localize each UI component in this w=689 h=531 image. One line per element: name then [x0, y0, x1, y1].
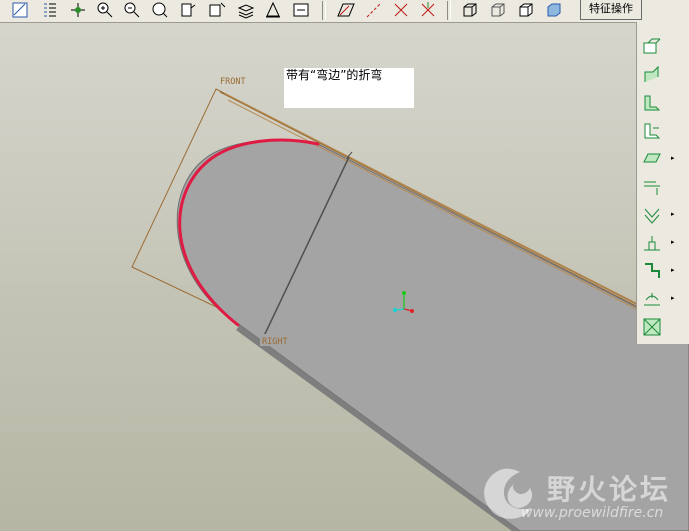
saved-views-icon[interactable]	[207, 0, 227, 20]
feature-operations-label: 特征操作	[589, 2, 633, 15]
datum-axis-icon[interactable]	[364, 0, 384, 20]
spin-center-icon[interactable]	[68, 0, 88, 20]
sketch-icon[interactable]	[10, 0, 30, 20]
zoom-out-icon[interactable]	[122, 0, 142, 20]
datum-point-icon[interactable]	[391, 0, 411, 20]
datum-plane-icon[interactable]	[336, 0, 356, 20]
form-flyout[interactable]: ▸	[671, 238, 675, 246]
extruded-wall-flyout[interactable]: ▸	[671, 154, 675, 162]
rip-icon[interactable]	[641, 176, 663, 198]
watermark-name: 野火论坛	[547, 473, 672, 506]
punch-icon[interactable]	[641, 204, 663, 226]
unbend-icon[interactable]	[641, 36, 663, 58]
top-toolbar: 特征操作	[0, 0, 689, 23]
flange-wall-icon[interactable]	[641, 120, 663, 142]
repaint-icon[interactable]	[291, 0, 311, 20]
layers-icon[interactable]	[236, 0, 256, 20]
bend-flyout[interactable]: ▸	[671, 266, 675, 274]
extruded-wall-icon[interactable]	[641, 148, 663, 170]
watermark-url: www.proewildfire.cn	[521, 505, 664, 521]
flat-wall-icon[interactable]	[641, 92, 663, 114]
punch-flyout[interactable]: ▸	[671, 210, 675, 218]
hidden-line-icon[interactable]	[488, 0, 508, 20]
annotation-note: 带有“弯边”的折弯	[284, 68, 414, 108]
no-hidden-icon[interactable]	[516, 0, 536, 20]
form-icon[interactable]	[641, 232, 663, 254]
toolbar-separator	[322, 1, 326, 20]
csys-icon[interactable]	[418, 0, 438, 20]
toolbar-separator	[447, 1, 451, 20]
shaded-icon[interactable]	[544, 0, 564, 20]
flatten-flyout[interactable]: ▸	[671, 294, 675, 302]
annotation-text: 带有“弯边”的折弯	[286, 68, 383, 82]
graphics-window[interactable]: FRONT RIGHT 带有“弯边”的折弯 野火论坛 www.proewildf…	[0, 0, 689, 531]
layer-tree-icon[interactable]	[40, 0, 60, 20]
front-datum-label: FRONT	[220, 77, 246, 87]
bend-back-icon[interactable]	[641, 64, 663, 86]
orient-icon[interactable]	[178, 0, 198, 20]
model-display-icon[interactable]	[263, 0, 283, 20]
feature-operations-button[interactable]: 特征操作	[580, 0, 642, 20]
bend-icon[interactable]	[641, 260, 663, 282]
zoom-in-icon[interactable]	[95, 0, 115, 20]
corner-relief-icon[interactable]	[641, 316, 663, 338]
wireframe-icon[interactable]	[460, 0, 480, 20]
flatten-icon[interactable]	[641, 288, 663, 310]
sheetmetal-toolbar: ▸ ▸ ▸ ▸ ▸	[636, 22, 689, 344]
refit-icon[interactable]	[150, 0, 170, 20]
right-datum-label: RIGHT	[262, 337, 288, 347]
